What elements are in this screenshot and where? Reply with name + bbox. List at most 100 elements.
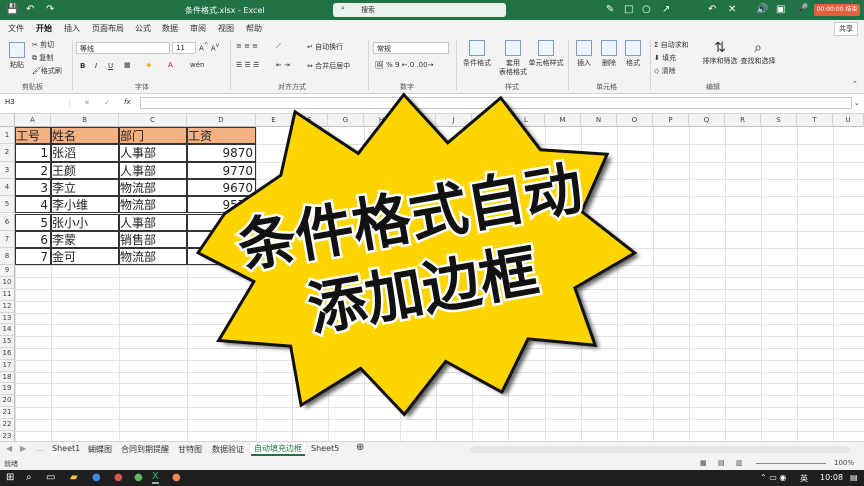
- sheet-tab-sheet5[interactable]: Sheet5: [311, 444, 339, 453]
- table-cell[interactable]: 销售部: [119, 230, 187, 249]
- formula-input[interactable]: [140, 97, 852, 109]
- browser-icon[interactable]: ●: [92, 472, 101, 483]
- sheet-tab-contract-reminder[interactable]: 合同到期提醒: [121, 444, 169, 455]
- wechat-icon[interactable]: ●: [134, 472, 143, 483]
- circle-icon[interactable]: ○: [642, 4, 651, 16]
- table-cell[interactable]: 王颜: [51, 161, 119, 179]
- fill-button[interactable]: ⬇ 填充: [654, 53, 676, 63]
- italic-button[interactable]: I: [95, 62, 97, 70]
- underline-button[interactable]: U: [108, 62, 113, 70]
- column-header[interactable]: R: [725, 114, 761, 127]
- tab-view[interactable]: 视图: [218, 23, 234, 34]
- pen-icon[interactable]: ✎: [606, 4, 614, 16]
- cell-styles-button[interactable]: 单元格样式: [528, 40, 564, 68]
- row-header[interactable]: 17: [0, 359, 15, 372]
- horizontal-scrollbar[interactable]: [470, 446, 850, 453]
- rectangle-icon[interactable]: □: [624, 4, 633, 16]
- row-header[interactable]: 10: [0, 277, 15, 289]
- table-cell[interactable]: 9670: [187, 178, 256, 197]
- confirm-icon[interactable]: ✓: [104, 99, 110, 107]
- indent-icon[interactable]: ⇤ ⇥: [276, 61, 290, 69]
- column-header[interactable]: J: [436, 114, 472, 127]
- recorder-icon[interactable]: ●: [172, 472, 181, 483]
- column-header[interactable]: M: [545, 114, 581, 127]
- tray-icons[interactable]: ⌃ ▭ ◉: [760, 473, 786, 482]
- notification-icon[interactable]: ▤: [850, 473, 858, 482]
- column-header[interactable]: D: [187, 114, 256, 127]
- table-cell[interactable]: 92: [187, 248, 256, 266]
- fill-color-icon[interactable]: ◈: [146, 61, 151, 69]
- row-header[interactable]: 16: [0, 348, 15, 360]
- redo-icon[interactable]: ↷: [46, 4, 54, 16]
- border-icon[interactable]: ▦: [124, 61, 131, 69]
- sheet-tab-auto-border[interactable]: 自动填充边框: [251, 443, 305, 456]
- phonetic-icon[interactable]: wén: [190, 61, 204, 69]
- column-header[interactable]: L: [508, 114, 545, 127]
- table-cell[interactable]: 物流部: [119, 178, 187, 197]
- prev-sheet-icon[interactable]: ◀: [6, 444, 12, 453]
- table-cell[interactable]: 937: [187, 230, 256, 249]
- arrow-icon[interactable]: ↗: [662, 4, 670, 16]
- page-break-icon[interactable]: ▥: [736, 459, 743, 467]
- table-cell[interactable]: 2: [15, 161, 51, 179]
- table-cell[interactable]: 李蒙: [51, 230, 119, 249]
- format-cells-button[interactable]: 格式: [622, 40, 644, 68]
- file-explorer-icon[interactable]: ▰: [70, 472, 78, 483]
- row-header[interactable]: 21: [0, 407, 15, 419]
- table-cell[interactable]: 人事部: [119, 161, 187, 179]
- table-cell[interactable]: 张小小: [51, 213, 119, 231]
- column-header[interactable]: K: [472, 114, 508, 127]
- collapse-ribbon-icon[interactable]: ⌃: [852, 80, 858, 88]
- table-cell[interactable]: 1: [15, 144, 51, 162]
- row-header[interactable]: 15: [0, 336, 15, 348]
- undo-icon[interactable]: ↶: [26, 4, 34, 16]
- column-header[interactable]: P: [653, 114, 689, 127]
- row-header[interactable]: 5: [0, 196, 15, 214]
- table-cell[interactable]: 9870: [187, 144, 256, 162]
- column-header[interactable]: I: [400, 114, 436, 127]
- page-layout-icon[interactable]: ▤: [718, 459, 725, 467]
- excel-taskbar-icon[interactable]: X: [152, 471, 159, 484]
- tab-formulas[interactable]: 公式: [135, 23, 151, 34]
- row-header[interactable]: 3: [0, 161, 15, 179]
- column-header[interactable]: O: [617, 114, 653, 127]
- column-header[interactable]: B: [51, 114, 119, 127]
- sheet-tab-gantt[interactable]: 甘特图: [178, 444, 202, 455]
- next-sheet-icon[interactable]: ▶: [20, 444, 26, 453]
- row-header[interactable]: 19: [0, 383, 15, 396]
- autosum-button[interactable]: Σ 自动求和: [654, 40, 689, 50]
- format-as-table-button[interactable]: 套用 表格格式: [497, 40, 529, 77]
- insert-function-icon[interactable]: fx: [124, 98, 131, 106]
- row-header[interactable]: 22: [0, 418, 15, 431]
- table-cell[interactable]: 5: [15, 213, 51, 231]
- table-cell[interactable]: 姓名: [51, 127, 119, 145]
- column-header[interactable]: A: [15, 114, 51, 127]
- undo-draw-icon[interactable]: ↶: [708, 4, 716, 16]
- table-cell[interactable]: 物流部: [119, 248, 187, 266]
- table-cell[interactable]: 6: [15, 230, 51, 249]
- name-box[interactable]: H3: [2, 97, 60, 109]
- table-cell[interactable]: 工号: [15, 127, 51, 145]
- wrap-text-button[interactable]: ↵ 自动换行: [307, 42, 343, 52]
- copy-button[interactable]: ⧉ 复制: [32, 53, 53, 63]
- font-name-select[interactable]: 等线: [76, 42, 170, 54]
- row-header[interactable]: 2: [0, 144, 15, 162]
- table-cell[interactable]: 工资: [187, 127, 256, 145]
- tab-home[interactable]: 开始: [36, 23, 52, 38]
- app-icon[interactable]: ●: [114, 472, 123, 483]
- row-header[interactable]: 13: [0, 312, 15, 325]
- table-cell[interactable]: 物流部: [119, 196, 187, 214]
- merge-center-button[interactable]: ⇔ 合并后居中: [307, 61, 350, 71]
- more-sheets-icon[interactable]: …: [36, 444, 44, 453]
- row-header[interactable]: 11: [0, 289, 15, 301]
- number-format-select[interactable]: 常规: [373, 42, 449, 54]
- table-cell[interactable]: 张滔: [51, 144, 119, 162]
- table-cell[interactable]: 7: [15, 248, 51, 266]
- paste-button[interactable]: 粘贴: [6, 42, 28, 70]
- clear-button[interactable]: ◇ 清除: [654, 66, 676, 76]
- table-cell[interactable]: 李小维: [51, 196, 119, 214]
- row-header[interactable]: 4: [0, 178, 15, 197]
- orientation-icon[interactable]: ⟋: [276, 42, 281, 51]
- ime-indicator[interactable]: 英: [800, 473, 808, 484]
- spreadsheet-grid[interactable]: ABCDEFGHIJKLMNOPQRSTU 1 2 3 4 5 6 7 8 9 10 11 12 13 1…: [0, 114, 864, 444]
